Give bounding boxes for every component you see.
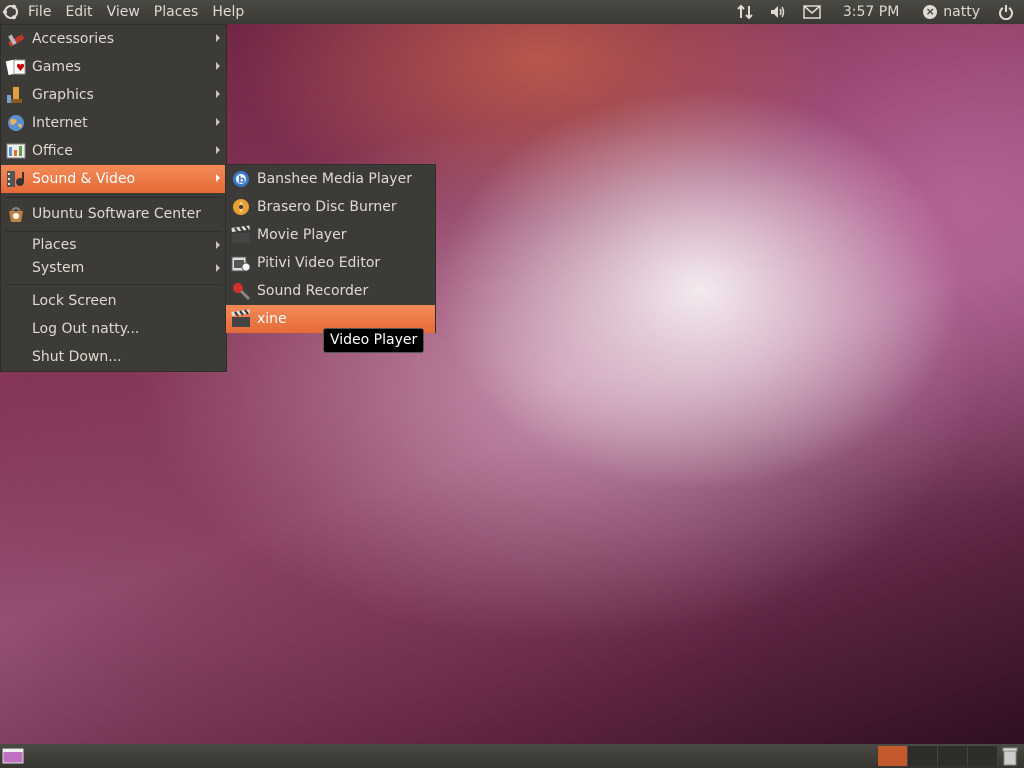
brasero-icon	[230, 197, 252, 217]
menu-item-internet[interactable]: Internet	[1, 109, 226, 137]
internet-globe-icon	[5, 113, 27, 133]
menu-item-movie-player[interactable]: Movie Player	[226, 221, 435, 249]
menu-item-label: Banshee Media Player	[257, 171, 412, 187]
system-tray: 3:57 PM × natty	[729, 0, 1024, 24]
menu-item-label: Accessories	[32, 31, 115, 47]
banshee-icon: b	[230, 169, 252, 189]
power-icon[interactable]	[990, 0, 1024, 24]
menu-item-label: System	[32, 260, 85, 276]
menu-help[interactable]: Help	[205, 0, 251, 24]
menu-item-brasero[interactable]: Brasero Disc Burner	[226, 193, 435, 221]
sound-video-icon	[5, 169, 27, 189]
menu-item-label: Games	[32, 59, 81, 75]
submenu-arrow-icon	[216, 241, 220, 249]
user-name: natty	[943, 4, 980, 20]
workspace-4[interactable]	[968, 746, 998, 766]
menu-separator	[5, 197, 222, 198]
menu-item-label: Log Out natty...	[32, 321, 140, 337]
tooltip: Video Player	[323, 328, 425, 353]
mail-icon[interactable]	[795, 0, 829, 24]
menu-item-label: Sound Recorder	[257, 283, 369, 299]
workspace-1[interactable]	[878, 746, 908, 766]
submenu-arrow-icon	[216, 146, 220, 154]
microphone-icon	[230, 281, 252, 301]
submenu-arrow-icon	[216, 118, 220, 126]
menu-file[interactable]: File	[22, 0, 58, 24]
svg-text:♥: ♥	[16, 63, 25, 74]
menu-item-sound-recorder[interactable]: Sound Recorder	[226, 277, 435, 305]
submenu-arrow-icon	[216, 34, 220, 42]
menu-places[interactable]: Places	[147, 0, 206, 24]
graphics-icon	[5, 85, 27, 105]
menu-item-label: Office	[32, 143, 73, 159]
submenu-arrow-icon	[216, 174, 220, 182]
show-desktop-icon[interactable]	[2, 747, 24, 765]
menu-item-places[interactable]: Places	[1, 233, 226, 258]
applications-menu: Accessories ♥ Games Graphics Internet Of…	[0, 24, 227, 372]
menu-edit[interactable]: Edit	[58, 0, 99, 24]
volume-icon[interactable]	[761, 0, 795, 24]
menu-item-ubuntu-software-center[interactable]: Ubuntu Software Center	[1, 200, 226, 228]
menu-item-graphics[interactable]: Graphics	[1, 81, 226, 109]
trash-icon[interactable]	[1000, 746, 1020, 766]
menu-item-label: Ubuntu Software Center	[32, 206, 201, 222]
network-icon[interactable]	[729, 0, 761, 24]
menu-item-accessories[interactable]: Accessories	[1, 25, 226, 53]
menu-item-system[interactable]: System	[1, 257, 226, 280]
clock[interactable]: 3:57 PM	[829, 0, 915, 24]
ubuntu-logo-icon[interactable]	[0, 0, 22, 24]
office-icon	[5, 141, 27, 161]
offline-status-icon: ×	[923, 5, 938, 19]
menu-item-label: Graphics	[32, 87, 94, 103]
games-icon: ♥	[5, 57, 27, 77]
workspace-2[interactable]	[908, 746, 938, 766]
menu-separator	[5, 284, 222, 285]
pitivi-icon	[230, 253, 252, 273]
software-center-icon	[5, 204, 27, 224]
menu-item-label: xine	[257, 311, 287, 327]
menu-item-office[interactable]: Office	[1, 137, 226, 165]
menu-item-label: Internet	[32, 115, 88, 131]
menu-item-label: Brasero Disc Burner	[257, 199, 397, 215]
menu-item-label: Sound & Video	[32, 171, 136, 187]
menu-item-label: Places	[32, 237, 77, 253]
menu-item-lock-screen[interactable]: Lock Screen	[1, 287, 226, 315]
menu-item-pitivi[interactable]: Pitivi Video Editor	[226, 249, 435, 277]
clapperboard-icon	[230, 225, 252, 245]
svg-text:b: b	[238, 175, 245, 186]
menu-item-log-out[interactable]: Log Out natty...	[1, 315, 226, 343]
clapperboard-icon	[230, 309, 252, 329]
menu-item-games[interactable]: ♥ Games	[1, 53, 226, 81]
menu-item-label: Movie Player	[257, 227, 347, 243]
menu-item-label: Pitivi Video Editor	[257, 255, 381, 271]
submenu-arrow-icon	[216, 264, 220, 272]
top-panel: File Edit View Places Help 3:57 PM × nat…	[0, 0, 1024, 24]
user-status[interactable]: × natty	[915, 0, 990, 24]
workspace-3[interactable]	[938, 746, 968, 766]
menu-separator	[5, 231, 222, 232]
menu-item-shut-down[interactable]: Shut Down...	[1, 343, 226, 371]
workspace-switcher	[878, 746, 998, 766]
submenu-arrow-icon	[216, 90, 220, 98]
submenu-arrow-icon	[216, 62, 220, 70]
menu-item-label: Shut Down...	[32, 349, 122, 365]
bottom-panel	[0, 744, 1024, 768]
menu-item-banshee[interactable]: b Banshee Media Player	[226, 165, 435, 193]
accessories-icon	[5, 29, 27, 49]
sound-video-submenu: b Banshee Media Player Brasero Disc Burn…	[225, 164, 436, 333]
menu-view[interactable]: View	[100, 0, 147, 24]
menu-item-label: Lock Screen	[32, 293, 117, 309]
menu-item-sound-video[interactable]: Sound & Video	[1, 165, 226, 193]
